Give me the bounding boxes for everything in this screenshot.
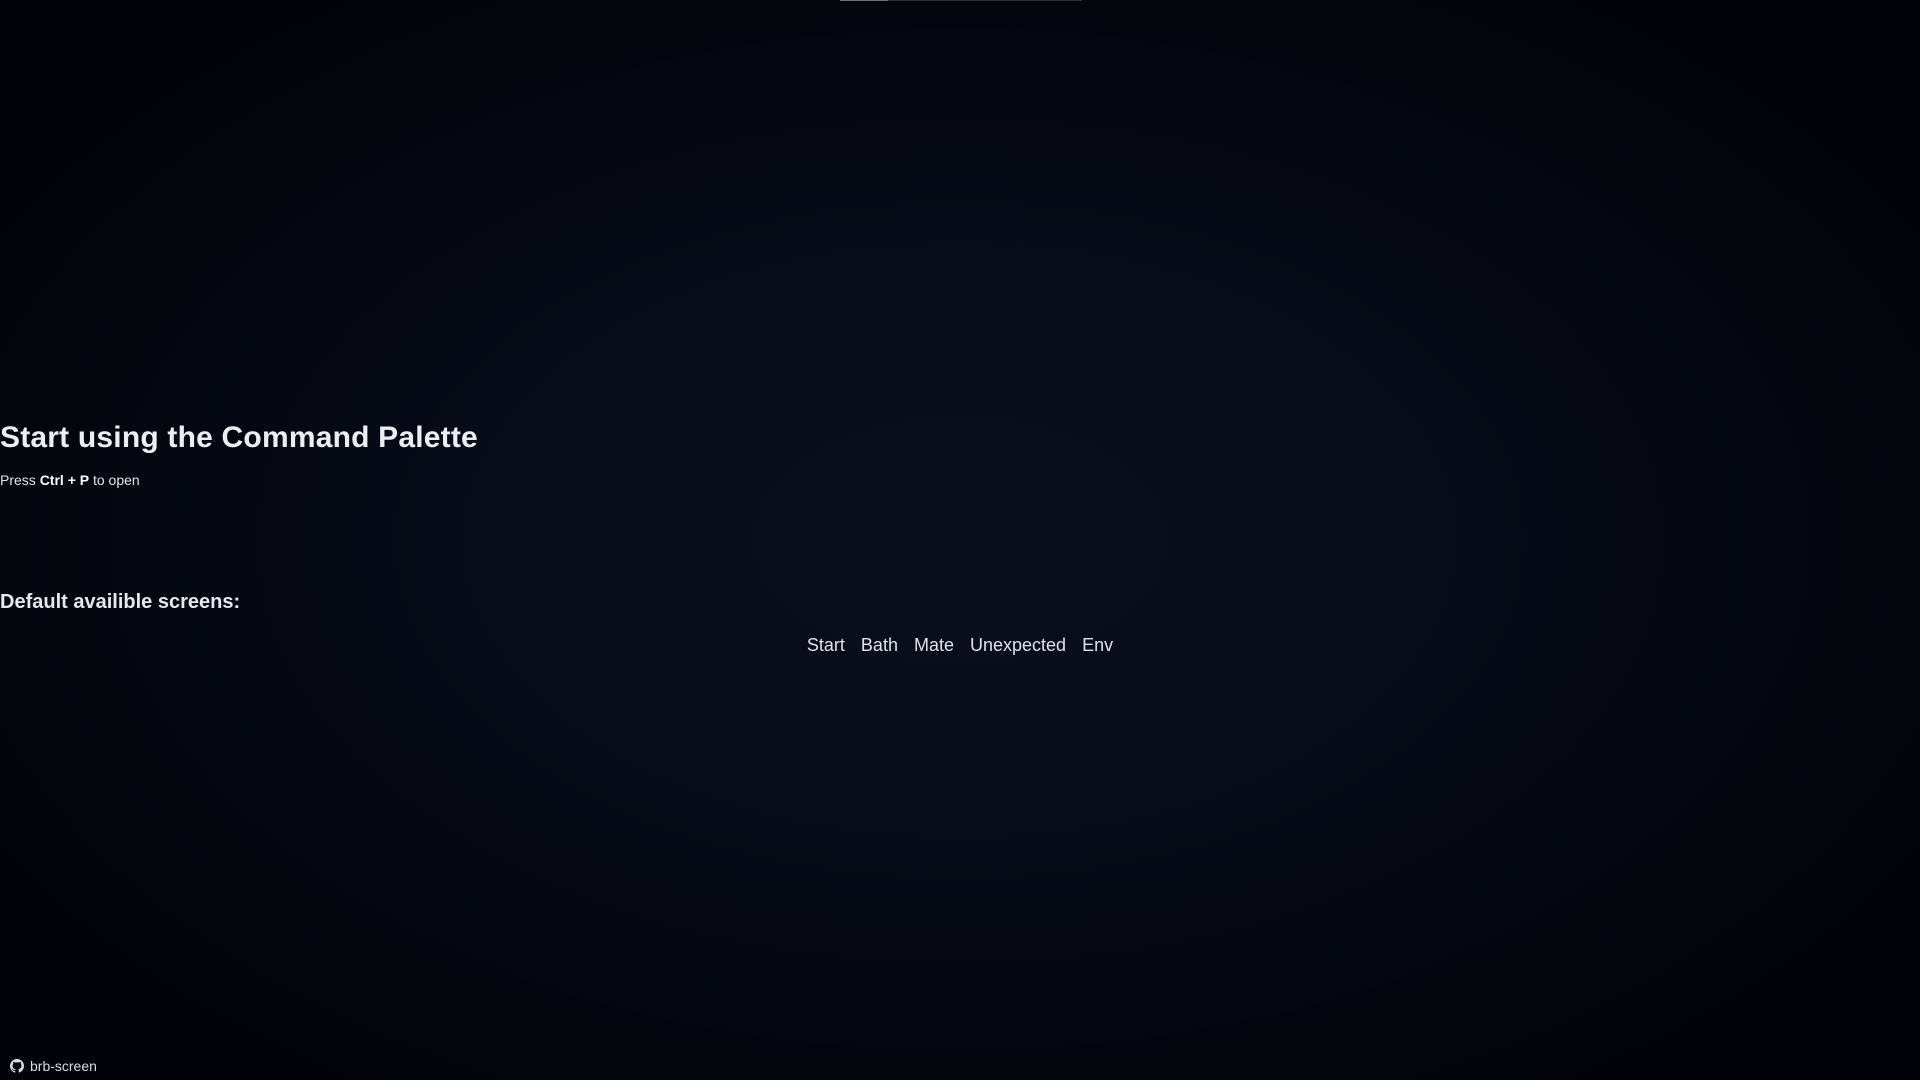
screen-link-mate[interactable]: Mate xyxy=(914,631,954,659)
top-progress-indicator xyxy=(840,0,1082,1)
github-icon xyxy=(10,1059,24,1073)
repo-label: brb-screen xyxy=(30,1058,97,1074)
command-palette-hint: Press Ctrl + P to open xyxy=(0,470,1920,490)
screen-link-bath[interactable]: Bath xyxy=(861,631,898,659)
screens-list: Start Bath Mate Unexpected Env xyxy=(0,631,1920,659)
top-progress-segment xyxy=(840,0,888,1)
hint-shortcut: Ctrl + P xyxy=(39,472,90,488)
hint-suffix: to open xyxy=(89,472,140,488)
screen-link-unexpected[interactable]: Unexpected xyxy=(970,631,1066,659)
page-title: Start using the Command Palette xyxy=(0,421,478,454)
screen-link-start[interactable]: Start xyxy=(807,631,845,659)
repo-link[interactable]: brb-screen xyxy=(10,1058,97,1074)
screen-link-env[interactable]: Env xyxy=(1082,631,1113,659)
hint-prefix: Press xyxy=(0,472,40,488)
screens-heading: Default availible screens: xyxy=(0,591,241,613)
